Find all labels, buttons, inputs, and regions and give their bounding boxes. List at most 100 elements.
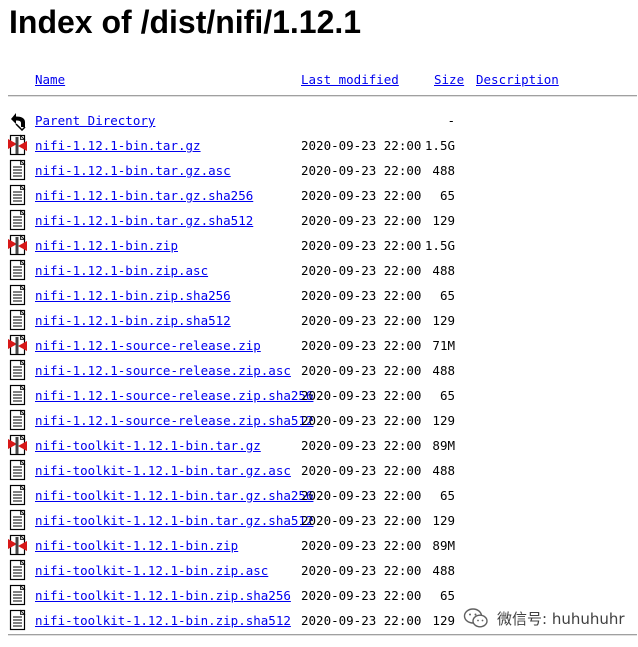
text-file-icon bbox=[9, 209, 26, 231]
file-link[interactable]: nifi-1.12.1-bin.zip.sha256 bbox=[35, 288, 231, 303]
header-divider bbox=[8, 95, 637, 97]
wechat-icon bbox=[463, 608, 488, 628]
file-size: 488 bbox=[432, 363, 455, 378]
text-file-icon bbox=[9, 159, 26, 181]
file-row: nifi-1.12.1-bin.zip.sha256 2020-09-23 22:… bbox=[0, 284, 638, 313]
parent-size: - bbox=[447, 113, 455, 128]
column-header-last-modified[interactable]: Last modified bbox=[301, 72, 399, 87]
archive-icon bbox=[8, 534, 27, 556]
file-row: nifi-1.12.1-bin.zip.asc 2020-09-23 22:00 4… bbox=[0, 259, 638, 288]
file-link[interactable]: nifi-1.12.1-bin.tar.gz.sha512 bbox=[35, 213, 253, 228]
file-date: 2020-09-23 22:00 bbox=[301, 138, 422, 153]
file-size: 129 bbox=[432, 513, 455, 528]
archive-icon bbox=[8, 134, 27, 156]
file-size: 65 bbox=[439, 188, 455, 203]
file-row: nifi-1.12.1-source-release.zip.sha256 202… bbox=[0, 384, 638, 413]
column-header-description[interactable]: Description bbox=[476, 72, 559, 87]
file-date: 2020-09-23 22:00 bbox=[301, 263, 422, 278]
file-size: 129 bbox=[432, 313, 455, 328]
file-size: 488 bbox=[432, 163, 455, 178]
file-row: nifi-1.12.1-source-release.zip 2020-09-23… bbox=[0, 334, 638, 363]
text-file-icon bbox=[9, 384, 26, 406]
file-date: 2020-09-23 22:00 bbox=[301, 338, 422, 353]
footer-divider bbox=[8, 634, 637, 636]
file-size: 65 bbox=[439, 388, 455, 403]
file-row: nifi-1.12.1-bin.tar.gz.sha512 2020-09-23 … bbox=[0, 209, 638, 238]
file-link[interactable]: nifi-1.12.1-source-release.zip bbox=[35, 338, 261, 353]
file-size: 71M bbox=[432, 338, 455, 353]
file-link[interactable]: nifi-1.12.1-bin.tar.gz.sha256 bbox=[35, 188, 253, 203]
file-date: 2020-09-23 22:00 bbox=[301, 188, 422, 203]
file-row: nifi-toolkit-1.12.1-bin.tar.gz.sha256 202… bbox=[0, 484, 638, 513]
parent-directory-link[interactable]: Parent Directory bbox=[35, 113, 155, 128]
file-row: nifi-1.12.1-bin.tar.gz.asc 2020-09-23 22:… bbox=[0, 159, 638, 188]
text-file-icon bbox=[9, 359, 26, 381]
file-row: nifi-1.12.1-bin.zip.sha512 2020-09-23 22:… bbox=[0, 309, 638, 338]
file-size: 89M bbox=[432, 438, 455, 453]
file-link[interactable]: nifi-toolkit-1.12.1-bin.tar.gz.sha512 bbox=[35, 513, 313, 528]
archive-icon bbox=[8, 434, 27, 456]
file-link[interactable]: nifi-1.12.1-bin.zip.sha512 bbox=[35, 313, 231, 328]
file-row: nifi-1.12.1-bin.tar.gz 2020-09-23 22:00 1.… bbox=[0, 134, 638, 163]
file-size: 1.5G bbox=[424, 238, 455, 253]
text-file-icon bbox=[9, 184, 26, 206]
file-link[interactable]: nifi-toolkit-1.12.1-bin.tar.gz.sha256 bbox=[35, 488, 313, 503]
file-row: nifi-toolkit-1.12.1-bin.zip 2020-09-23 22… bbox=[0, 534, 638, 563]
file-link[interactable]: nifi-toolkit-1.12.1-bin.zip.sha512 bbox=[35, 613, 291, 628]
file-link[interactable]: nifi-1.12.1-bin.zip.asc bbox=[35, 263, 208, 278]
text-file-icon bbox=[9, 284, 26, 306]
file-link[interactable]: nifi-1.12.1-bin.tar.gz.asc bbox=[35, 163, 231, 178]
file-date: 2020-09-23 22:00 bbox=[301, 413, 422, 428]
file-link[interactable]: nifi-toolkit-1.12.1-bin.zip.sha256 bbox=[35, 588, 291, 603]
file-size: 488 bbox=[432, 263, 455, 278]
text-file-icon bbox=[9, 409, 26, 431]
file-date: 2020-09-23 22:00 bbox=[301, 613, 422, 628]
file-date: 2020-09-23 22:00 bbox=[301, 363, 422, 378]
file-date: 2020-09-23 22:00 bbox=[301, 513, 422, 528]
file-size: 65 bbox=[439, 488, 455, 503]
file-size: 65 bbox=[439, 588, 455, 603]
file-date: 2020-09-23 22:00 bbox=[301, 538, 422, 553]
file-row: nifi-toolkit-1.12.1-bin.tar.gz.asc 2020-0… bbox=[0, 459, 638, 488]
file-date: 2020-09-23 22:00 bbox=[301, 488, 422, 503]
file-date: 2020-09-23 22:00 bbox=[301, 463, 422, 478]
parent-directory-row: Parent Directory - bbox=[0, 113, 638, 138]
file-date: 2020-09-23 22:00 bbox=[301, 388, 422, 403]
file-link[interactable]: nifi-1.12.1-source-release.zip.sha512 bbox=[35, 413, 313, 428]
text-file-icon bbox=[9, 509, 26, 531]
archive-icon bbox=[8, 234, 27, 256]
watermark-text: 微信号: huhuhuhr bbox=[497, 609, 625, 628]
file-row: nifi-1.12.1-source-release.zip.sha512 202… bbox=[0, 409, 638, 438]
file-row: nifi-toolkit-1.12.1-bin.tar.gz.sha512 202… bbox=[0, 509, 638, 538]
file-size: 89M bbox=[432, 538, 455, 553]
file-row: nifi-1.12.1-bin.tar.gz.sha256 2020-09-23 … bbox=[0, 184, 638, 213]
page-title: Index of /dist/nifi/1.12.1 bbox=[9, 4, 362, 40]
text-file-icon bbox=[9, 559, 26, 581]
file-link[interactable]: nifi-1.12.1-bin.tar.gz bbox=[35, 138, 201, 153]
file-date: 2020-09-23 22:00 bbox=[301, 288, 422, 303]
text-file-icon bbox=[9, 259, 26, 281]
file-size: 65 bbox=[439, 288, 455, 303]
column-header-name[interactable]: Name bbox=[35, 72, 65, 87]
file-link[interactable]: nifi-1.12.1-source-release.zip.sha256 bbox=[35, 388, 313, 403]
file-link[interactable]: nifi-toolkit-1.12.1-bin.zip.asc bbox=[35, 563, 268, 578]
file-size: 1.5G bbox=[424, 138, 455, 153]
text-file-icon bbox=[9, 484, 26, 506]
file-link[interactable]: nifi-toolkit-1.12.1-bin.tar.gz bbox=[35, 438, 261, 453]
file-date: 2020-09-23 22:00 bbox=[301, 163, 422, 178]
file-date: 2020-09-23 22:00 bbox=[301, 213, 422, 228]
file-link[interactable]: nifi-1.12.1-source-release.zip.asc bbox=[35, 363, 291, 378]
file-date: 2020-09-23 22:00 bbox=[301, 238, 422, 253]
file-link[interactable]: nifi-toolkit-1.12.1-bin.zip bbox=[35, 538, 238, 553]
archive-icon bbox=[8, 334, 27, 356]
file-date: 2020-09-23 22:00 bbox=[301, 438, 422, 453]
text-file-icon bbox=[9, 309, 26, 331]
file-size: 488 bbox=[432, 563, 455, 578]
file-row: nifi-toolkit-1.12.1-bin.zip.asc 2020-09-2… bbox=[0, 559, 638, 588]
column-header-size[interactable]: Size bbox=[434, 72, 464, 87]
file-link[interactable]: nifi-1.12.1-bin.zip bbox=[35, 238, 178, 253]
back-arrow-icon bbox=[11, 113, 26, 131]
file-link[interactable]: nifi-toolkit-1.12.1-bin.tar.gz.asc bbox=[35, 463, 291, 478]
text-file-icon bbox=[9, 584, 26, 606]
file-row: nifi-1.12.1-source-release.zip.asc 2020-0… bbox=[0, 359, 638, 388]
